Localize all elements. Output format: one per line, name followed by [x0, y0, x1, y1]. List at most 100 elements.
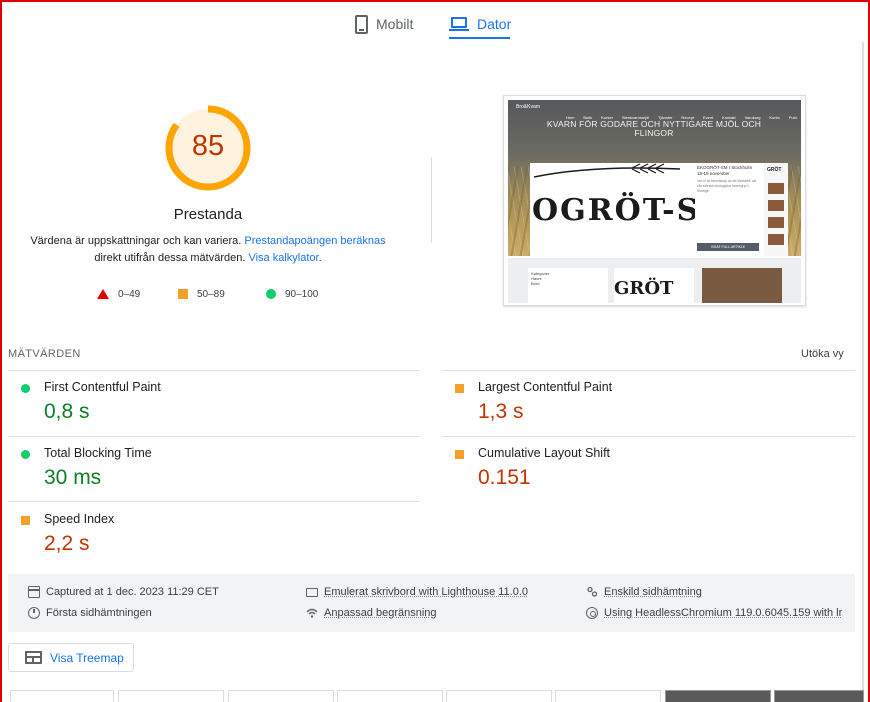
timer-icon	[28, 607, 40, 619]
metric-label: Total Blocking Time	[44, 446, 152, 460]
screenshot-bread-image	[702, 268, 782, 303]
description-text-2: direkt utifrån dessa mätvärden.	[94, 252, 249, 264]
calendar-icon	[28, 586, 40, 598]
score-calculation-link[interactable]: Prestandapoängen beräknas	[244, 235, 385, 247]
filmstrip-frame	[555, 690, 661, 702]
screenshot-category-item: Bröd	[531, 281, 540, 286]
wifi-icon	[306, 608, 318, 618]
screenshot-categories: Kategorier Havre Bröd	[528, 268, 608, 303]
metric-value: 0,8 s	[44, 400, 90, 423]
treemap-icon	[25, 651, 42, 664]
wheat-logo-icon	[533, 163, 681, 178]
screenshot-nav-item: Publ.	[788, 115, 798, 120]
legend-pass: 90–100	[266, 287, 318, 301]
screenshot-card-button: VISAT FULL ARTIKLE	[697, 243, 759, 251]
screenshot-logo-box: GRÖT	[614, 268, 694, 303]
divider	[442, 436, 855, 437]
filmstrip-frame	[118, 690, 224, 702]
thumbnail-image	[768, 234, 784, 245]
chrome-icon	[586, 607, 598, 619]
pass-circle-icon	[21, 450, 30, 459]
tab-mobile-label: Mobilt	[376, 16, 414, 32]
metric-value: 30 ms	[44, 466, 102, 489]
filmstrip-frame	[665, 690, 771, 702]
filmstrip-frame	[228, 690, 334, 702]
divider	[431, 157, 432, 243]
legend-fail-label: 0–49	[118, 288, 141, 300]
divider	[8, 436, 420, 437]
vertical-scrollbar[interactable]	[862, 42, 864, 702]
users-icon	[587, 586, 598, 597]
expand-view-button[interactable]: Utöka vy	[801, 348, 844, 360]
triangle-icon	[97, 289, 109, 299]
screenshot-site-logo: Bro&Kvarn	[516, 104, 541, 110]
throttling-info[interactable]: Anpassad begränsning	[306, 607, 437, 619]
tab-desktop[interactable]: Dator	[449, 8, 511, 40]
description-end: .	[318, 252, 322, 264]
screenshot-heading: KVARN FÖR GODARE OCH NYTTIGARE MJÖL OCH …	[546, 119, 762, 138]
average-square-icon	[455, 384, 464, 393]
metrics-heading: MÄTVÄRDEN	[8, 348, 81, 360]
performance-title: Prestanda	[173, 206, 243, 223]
emulated-text: Emulerat skrivbord with Lighthouse 11.0.…	[324, 586, 529, 598]
screenshot-card: OGRÖT-S EKOGRÖT-SM I Stockholm 18-19 nov…	[530, 163, 788, 256]
filmstrip-frame	[446, 690, 552, 702]
treemap-label: Visa Treemap	[50, 650, 124, 665]
screenshot-card-title: EKOGRÖT-SM I Stockholm 18-19 november	[697, 165, 753, 176]
run-info-panel: Captured at 1 dec. 2023 11:29 CET Första…	[8, 574, 855, 632]
metric-value: 2,2 s	[44, 532, 90, 555]
captured-text: Captured at 1 dec. 2023 11:29 CET	[46, 586, 219, 598]
divider	[8, 501, 420, 502]
final-screenshot[interactable]: Bro&Kvarn Hem Butik Kurser Stenkvarnsmjöl Tj…	[503, 95, 806, 306]
metric-value: 1,3 s	[478, 400, 524, 423]
first-load-info: Första sidhämtningen	[28, 607, 152, 619]
pass-circle-icon	[21, 384, 30, 393]
legend-average-label: 50–89	[197, 288, 225, 300]
screenshot-card-logo: OGRÖT-S	[530, 187, 695, 235]
square-icon	[178, 289, 188, 299]
screenshot-lower: Kategorier Havre Bröd GRÖT	[508, 258, 801, 303]
browser-text: Using HeadlessChromium 119.0.6045.159 wi…	[604, 607, 843, 619]
performance-description: Värdena är uppskattningar och kan varier…	[24, 233, 392, 267]
thumbnail-image	[768, 183, 784, 194]
average-square-icon	[455, 450, 464, 459]
screenshot-card-logo-text: OGRÖT-S	[532, 193, 695, 228]
screenshot-card-text: Vet ni ta beredskap av ett förstärkt, at…	[697, 179, 756, 193]
metric-value: 0.151	[478, 466, 531, 489]
legend-fail: 0–49	[97, 287, 140, 301]
average-square-icon	[21, 516, 30, 525]
single-load-info[interactable]: Enskild sidhämtning	[586, 586, 702, 598]
device-tabs: Mobilt Dator	[0, 0, 870, 42]
metric-label: Largest Contentful Paint	[478, 380, 613, 394]
throttling-text: Anpassad begränsning	[324, 607, 437, 619]
emulated-info[interactable]: Emulerat skrivbord with Lighthouse 11.0.…	[306, 586, 528, 598]
screenshot-card-thumbnails: GRÖT	[764, 163, 788, 256]
metric-label: Speed Index	[44, 512, 115, 526]
filmstrip-frame	[774, 690, 864, 702]
metric-label: Cumulative Layout Shift	[478, 446, 611, 460]
description-text: Värdena är uppskattningar och kan varier…	[30, 235, 245, 247]
calculator-link[interactable]: Visa kalkylator	[248, 252, 318, 264]
filmstrip-frame	[337, 690, 443, 702]
active-tab-indicator	[449, 37, 510, 39]
circle-icon	[266, 289, 276, 299]
screenshot-lower-logo: GRÖT	[614, 278, 674, 299]
captured-info: Captured at 1 dec. 2023 11:29 CET	[28, 586, 219, 598]
single-load-text: Enskild sidhämtning	[604, 586, 702, 598]
tab-desktop-label: Dator	[477, 16, 512, 32]
legend-pass-label: 90–100	[285, 288, 319, 300]
first-load-text: Första sidhämtningen	[46, 607, 152, 619]
desktop-icon	[306, 587, 318, 597]
divider	[442, 370, 855, 371]
browser-info[interactable]: Using HeadlessChromium 119.0.6045.159 wi…	[586, 607, 842, 619]
divider	[8, 370, 420, 371]
tab-mobile[interactable]: Mobilt	[355, 8, 413, 40]
screenshot-card-brand: GRÖT	[767, 167, 782, 173]
filmstrip-frame	[10, 690, 114, 702]
performance-score: 85	[191, 130, 225, 162]
thumbnail-image	[768, 217, 784, 228]
laptop-icon	[449, 16, 469, 32]
phone-icon	[355, 14, 368, 34]
legend-average: 50–89	[178, 287, 225, 301]
view-treemap-button[interactable]: Visa Treemap	[8, 643, 134, 672]
